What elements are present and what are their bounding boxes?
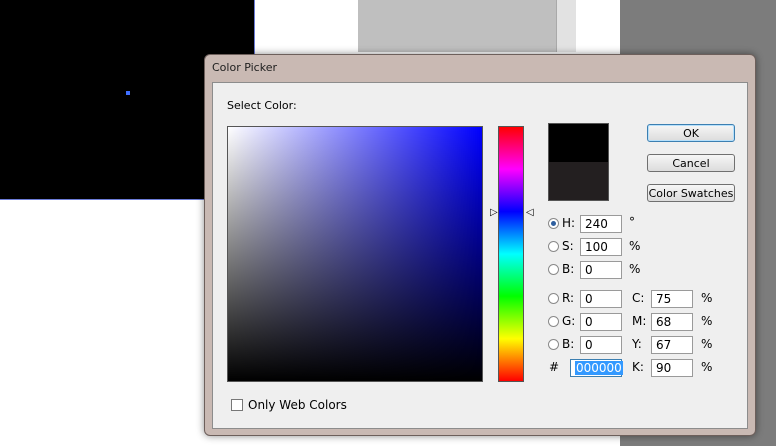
green-radio[interactable]	[548, 316, 559, 327]
hex-field[interactable]: 000000	[570, 359, 623, 377]
select-color-label: Select Color:	[227, 99, 297, 112]
saturation-label: S:	[562, 239, 574, 253]
blue-radio[interactable]	[548, 339, 559, 350]
brightness-label: B:	[562, 262, 575, 276]
color-picker-dialog: Color Picker Select Color: ▷ ◁ OK Cancel…	[204, 54, 756, 436]
brightness-unit: %	[629, 262, 641, 276]
only-web-colors-checkbox[interactable]	[231, 399, 243, 411]
current-color-swatch[interactable]	[549, 162, 608, 200]
hex-symbol: #	[549, 360, 560, 374]
only-web-colors-label: Only Web Colors	[248, 398, 347, 412]
magenta-field[interactable]: 68	[651, 313, 693, 331]
dialog-title: Color Picker	[212, 61, 277, 74]
hue-field[interactable]: 240	[580, 215, 622, 233]
red-radio[interactable]	[548, 293, 559, 304]
yellow-unit: %	[701, 337, 713, 351]
dialog-client-area: Select Color: ▷ ◁ OK Cancel Color Swatch…	[212, 82, 748, 429]
brightness-field[interactable]: 0	[580, 261, 622, 279]
color-swatches-button[interactable]: Color Swatches	[647, 184, 735, 202]
green-label: G:	[562, 314, 576, 328]
cyan-field[interactable]: 75	[651, 290, 693, 308]
saturation-radio[interactable]	[548, 241, 559, 252]
magenta-label: M:	[632, 314, 647, 328]
color-preview	[548, 123, 609, 201]
hue-slider[interactable]	[498, 126, 524, 382]
cyan-unit: %	[701, 291, 713, 305]
hue-radio[interactable]	[548, 218, 559, 229]
ok-button[interactable]: OK	[647, 124, 735, 142]
hex-value: 000000	[575, 361, 623, 375]
hue-slider-right-arrow-icon[interactable]: ◁	[526, 207, 534, 218]
red-label: R:	[562, 291, 575, 305]
black-field[interactable]: 90	[651, 359, 693, 377]
yellow-label: Y:	[632, 337, 642, 351]
blue-label: B:	[562, 337, 575, 351]
saturation-field[interactable]: 100	[580, 238, 622, 256]
magenta-unit: %	[701, 314, 713, 328]
new-color-swatch	[549, 124, 608, 162]
saturation-unit: %	[629, 239, 641, 253]
black-unit: %	[701, 360, 713, 374]
brightness-radio[interactable]	[548, 264, 559, 275]
hue-unit: °	[629, 215, 635, 229]
selected-point[interactable]	[126, 91, 130, 95]
black-label: K:	[632, 360, 644, 374]
red-field[interactable]: 0	[580, 290, 622, 308]
cyan-label: C:	[632, 291, 645, 305]
background-scrollbar	[556, 0, 576, 52]
background-panel	[358, 0, 556, 52]
hue-slider-left-arrow-icon[interactable]: ▷	[490, 207, 498, 218]
yellow-field[interactable]: 67	[651, 336, 693, 354]
saturation-brightness-field[interactable]	[227, 126, 483, 382]
cancel-button[interactable]: Cancel	[647, 154, 735, 172]
hue-label: H:	[562, 216, 576, 230]
green-field[interactable]: 0	[580, 313, 622, 331]
blue-field[interactable]: 0	[580, 336, 622, 354]
